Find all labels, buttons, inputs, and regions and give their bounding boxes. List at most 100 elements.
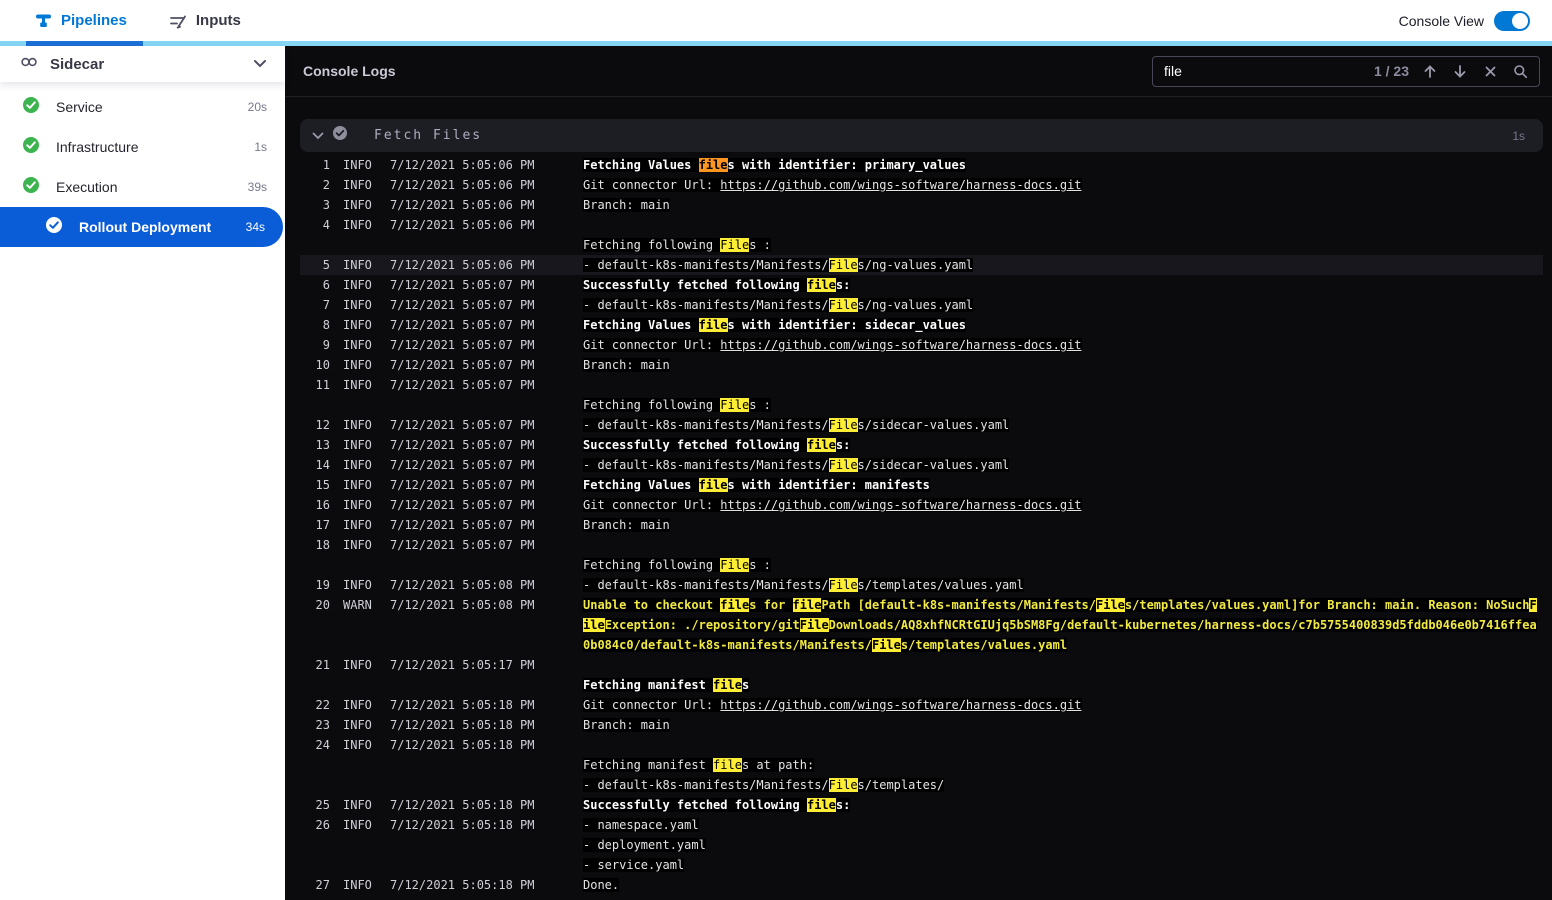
magnifier-icon[interactable]: [1505, 58, 1535, 84]
log-timestamp: 7/12/2021 5:05:07 PM: [390, 338, 535, 352]
log-message-text: Git connector Url: https://github.com/wi…: [583, 338, 1082, 352]
log-section-header[interactable]: Fetch Files 1s: [300, 119, 1543, 152]
log-message-text: - default-k8s-manifests/Manifests/Files/…: [583, 258, 974, 272]
log-row: 11 INFO 7/12/2021 5:05:07 PM: [300, 375, 1543, 395]
log-line-number: 1: [322, 158, 330, 172]
sidebar-item-service[interactable]: Service 20s: [0, 87, 285, 127]
console-view-label: Console View: [1398, 12, 1484, 29]
log-link[interactable]: https://github.com/wings-software/harnes…: [720, 338, 1081, 352]
log-level: INFO: [343, 658, 372, 672]
log-timestamp: 7/12/2021 5:05:06 PM: [390, 158, 535, 172]
log-message-text: Fetching following Files :: [583, 558, 771, 572]
log-timestamp: 7/12/2021 5:05:18 PM: [390, 698, 535, 712]
next-match-button[interactable]: [1445, 58, 1475, 84]
log-text: s/templates/values.yaml: [857, 578, 1024, 592]
log-line-number: 3: [322, 198, 330, 212]
sidebar-item-label: Execution: [56, 179, 118, 195]
log-level: INFO: [343, 298, 372, 312]
log-row: Fetching following Files :: [300, 555, 1543, 575]
log-row: 24 INFO 7/12/2021 5:05:18 PM: [300, 735, 1543, 755]
log-message-text: Branch: main: [583, 198, 670, 212]
sidebar-item-infrastructure[interactable]: Infrastructure 1s: [0, 127, 285, 167]
log-line-number: 23: [315, 718, 330, 732]
log-level: INFO: [343, 198, 372, 212]
log-row: 12 INFO 7/12/2021 5:05:07 PM - default-k8s-…: [300, 415, 1543, 435]
log-level: INFO: [343, 578, 372, 592]
search-input[interactable]: [1164, 63, 1374, 79]
sidebar-item-label: Infrastructure: [56, 139, 139, 155]
chevron-down-icon[interactable]: [253, 55, 267, 73]
log-message: Done.: [583, 878, 620, 892]
sidebar-item-rollout-deployment[interactable]: Rollout Deployment 34s: [0, 207, 283, 247]
log-row: - service.yaml: [300, 855, 1543, 875]
log-row: Fetching manifest files at path:: [300, 755, 1543, 775]
log-message-text: Fetching manifest files: [583, 678, 750, 692]
check-circle-icon: [332, 125, 348, 146]
log-line-number: 20: [315, 598, 330, 612]
log-message: - deployment.yaml: [583, 838, 706, 852]
search-match: file: [720, 598, 750, 612]
log-text: - deployment.yaml: [583, 838, 706, 852]
log-row: 0b084c0/default-k8s-manifests/Manifests/…: [300, 635, 1543, 655]
log-link[interactable]: https://github.com/wings-software/harnes…: [720, 178, 1081, 192]
log-row: 19 INFO 7/12/2021 5:05:08 PM - default-k8s-…: [300, 575, 1543, 595]
tab-pipelines[interactable]: Pipelines: [35, 12, 127, 29]
log-message: Fetching following Files :: [583, 398, 771, 412]
log-link[interactable]: https://github.com/wings-software/harnes…: [720, 698, 1081, 712]
log-message: Branch: main: [583, 198, 670, 212]
log-message: Fetching manifest files: [583, 678, 750, 692]
log-row: ileException: ./repository/gitFileDownlo…: [300, 615, 1543, 635]
pipeline-icon: [35, 12, 52, 29]
log-text: s/ng-values.yaml: [857, 258, 974, 272]
log-timestamp: 7/12/2021 5:05:07 PM: [390, 378, 535, 392]
stage-header[interactable]: Sidecar: [0, 46, 285, 82]
log-text: Fetching Values: [583, 318, 699, 332]
log-row: Fetching manifest files: [300, 675, 1543, 695]
log-timestamp: 7/12/2021 5:05:07 PM: [390, 498, 535, 512]
check-circle-icon: [22, 136, 40, 159]
sidebar-item-execution[interactable]: Execution 39s: [0, 167, 285, 207]
log-line-number: 22: [315, 698, 330, 712]
log-text: s :: [749, 238, 771, 252]
log-message-text: Branch: main: [583, 358, 670, 372]
stage-name: Sidecar: [50, 55, 105, 73]
log-level: INFO: [343, 718, 372, 732]
search-match: file: [806, 278, 836, 292]
log-timestamp: 7/12/2021 5:05:18 PM: [390, 718, 535, 732]
log-message: - default-k8s-manifests/Manifests/Files/…: [583, 578, 1024, 592]
log-section-title: Fetch Files: [374, 128, 483, 143]
log-message: Fetching manifest files at path:: [583, 758, 815, 772]
log-row: Fetching following Files :: [300, 235, 1543, 255]
log-level: INFO: [343, 498, 372, 512]
log-text: - default-k8s-manifests/Manifests/: [583, 778, 829, 792]
tab-inputs[interactable]: Inputs: [169, 12, 241, 29]
console-view-toggle[interactable]: [1494, 10, 1530, 31]
log-link[interactable]: https://github.com/wings-software/harnes…: [720, 498, 1081, 512]
search-match: File: [720, 558, 750, 572]
search-match: file: [713, 758, 742, 772]
log-timestamp: 7/12/2021 5:05:06 PM: [390, 218, 535, 232]
log-line-number: 26: [315, 818, 330, 832]
search-match: File: [720, 398, 750, 412]
log-text: Git connector Url:: [583, 498, 721, 512]
log-row: 3 INFO 7/12/2021 5:05:06 PM Branch: main: [300, 195, 1543, 215]
log-timestamp: 7/12/2021 5:05:08 PM: [390, 578, 535, 592]
log-timestamp: 7/12/2021 5:05:06 PM: [390, 198, 535, 212]
log-message: 0b084c0/default-k8s-manifests/Manifests/…: [583, 638, 1068, 652]
previous-match-button[interactable]: [1415, 58, 1445, 84]
log-row: 20 WARN 7/12/2021 5:05:08 PM Unable to chec…: [300, 595, 1543, 615]
log-timestamp: 7/12/2021 5:05:08 PM: [390, 598, 535, 612]
log-text: s with identifier: manifests: [727, 478, 930, 492]
log-message: - namespace.yaml: [583, 818, 699, 832]
close-icon[interactable]: [1475, 58, 1505, 84]
log-line-number: 16: [315, 498, 330, 512]
search-match: ile: [583, 618, 605, 632]
search-match: file: [806, 438, 836, 452]
log-message-text: Unable to checkout files for filePath [d…: [583, 598, 1537, 612]
log-text: 0b084c0/default-k8s-manifests/Manifests/: [583, 638, 872, 652]
log-message: - default-k8s-manifests/Manifests/Files/…: [583, 458, 1010, 472]
log-timestamp: 7/12/2021 5:05:18 PM: [390, 878, 535, 892]
log-message-text: Fetching Values files with identifier: p…: [583, 158, 966, 172]
chevron-down-icon[interactable]: [312, 127, 324, 145]
log-text: - default-k8s-manifests/Manifests/: [583, 578, 829, 592]
